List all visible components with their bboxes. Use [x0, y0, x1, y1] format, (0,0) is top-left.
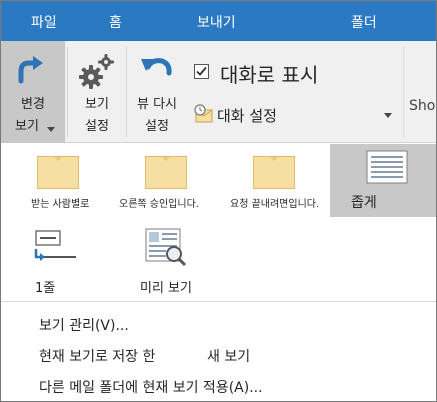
view-settings-label-2: 설정 — [85, 119, 109, 134]
gear-icon — [79, 54, 114, 89]
gallery-item-label: 1줄 — [35, 281, 56, 296]
manage-views-menu-item[interactable]: 보기 관리(V)... — [39, 315, 129, 335]
view-gallery: 받는 사람별로 오른쪽 승인입니다. 요청 끝내려면입니다. 좁게 1줄 미리 … — [1, 144, 436, 302]
ribbon-tab-bar: 파일 홈 보내기 폴더 — [1, 1, 436, 41]
envelope-icon — [253, 156, 295, 189]
new-view-label: 새 보기 — [207, 349, 251, 365]
check-icon — [196, 66, 207, 76]
gallery-item-label: 좁게 — [351, 195, 377, 211]
change-view-label-2: 보기 — [15, 119, 39, 134]
undo-arrow-icon — [141, 58, 172, 76]
view-settings-label-1: 보기 — [85, 97, 109, 112]
chevron-down-icon — [47, 127, 55, 132]
tab-send[interactable]: 보내기 — [197, 12, 236, 32]
gallery-item-preview[interactable]: 미리 보기 — [114, 219, 224, 299]
gallery-divider — [1, 301, 436, 302]
gallery-item-label: 요청 끝내려면입니다. — [230, 199, 320, 210]
gallery-item-by-recipient[interactable]: 받는 사람별로 — [1, 144, 114, 216]
envelope-icon — [145, 156, 187, 189]
save-current-view-menu-item[interactable]: 현재 보기로 저장 한 — [39, 346, 155, 366]
chevron-down-icon[interactable] — [384, 113, 392, 118]
view-ribbon-window: 파일 홈 보내기 폴더 변경 보기 보기 설정 뷰 다시 설정 대화로 표시 대… — [0, 0, 437, 402]
reset-view-label-2: 설정 — [145, 119, 169, 134]
preview-icon — [145, 228, 187, 267]
change-view-label-1: 변경 — [21, 97, 45, 112]
single-line-icon — [34, 230, 76, 261]
gallery-item-compact[interactable]: 좁게 — [330, 144, 436, 217]
truncated-ribbon-button[interactable]: Sho — [409, 98, 435, 114]
tab-file[interactable]: 파일 — [31, 12, 57, 32]
reset-view-button[interactable]: 뷰 다시 설정 — [127, 41, 187, 143]
ribbon-separator — [67, 47, 68, 137]
tab-folder[interactable]: 폴더 — [351, 12, 377, 32]
gallery-item-label: 오른쪽 승인입니다. — [119, 199, 199, 210]
gallery-item-right[interactable]: 오른쪽 승인입니다. — [114, 144, 224, 216]
envelope-icon — [37, 156, 79, 189]
view-ribbon: 변경 보기 보기 설정 뷰 다시 설정 대화로 표시 대화 설정 Sho — [1, 41, 436, 143]
change-view-icon — [18, 56, 43, 84]
change-view-button[interactable]: 변경 보기 — [1, 41, 65, 143]
conversation-settings-button[interactable]: 대화 설정 — [217, 105, 277, 126]
gallery-item-single-line[interactable]: 1줄 — [1, 219, 114, 299]
gallery-item-label: 미리 보기 — [140, 281, 192, 296]
tab-home[interactable]: 홈 — [109, 12, 122, 32]
view-settings-button[interactable]: 보기 설정 — [69, 41, 125, 143]
reset-view-label-1: 뷰 다시 — [136, 97, 177, 112]
gallery-item-label: 받는 사람별로 — [31, 199, 90, 210]
apply-view-to-folders-menu-item[interactable]: 다른 메일 폴더에 현재 보기 적용(A)... — [39, 377, 263, 397]
show-as-conversations-checkbox[interactable] — [194, 64, 209, 79]
conversation-settings-icon — [194, 104, 213, 123]
ribbon-separator — [403, 47, 404, 137]
compact-list-icon — [366, 150, 408, 184]
gallery-item-request[interactable]: 요청 끝내려면입니다. — [224, 144, 330, 216]
show-as-conversations-label[interactable]: 대화로 표시 — [220, 59, 318, 88]
